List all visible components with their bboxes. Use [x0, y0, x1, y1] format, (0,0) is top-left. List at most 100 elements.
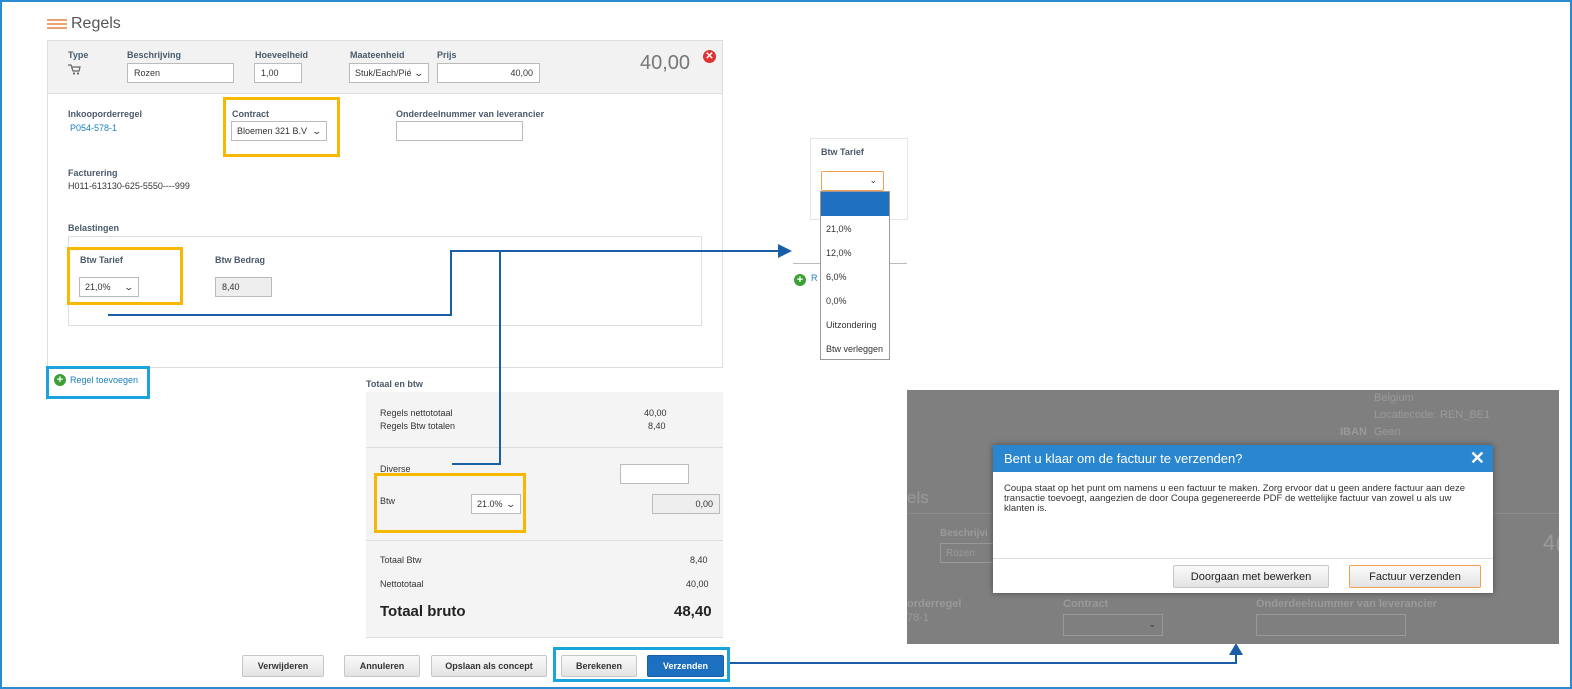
- btw-rate-value: 21.0%: [477, 499, 503, 509]
- contract-select[interactable]: Bloemen 321 B.V ⌄: [231, 121, 327, 141]
- contract-select-value: Bloemen 321 B.V: [237, 126, 308, 136]
- dropdown-option[interactable]: 6,0%: [821, 264, 889, 288]
- bg-location-label: Locatiecode:: [1374, 409, 1437, 421]
- bg-location-value: REN_BE1: [1440, 409, 1491, 421]
- tax-rate-options-list: 21,0% 12,0% 6,0% 0,0% Uitzondering Btw v…: [820, 191, 890, 360]
- continue-editing-button[interactable]: Doorgaan met bewerken: [1173, 565, 1329, 588]
- chevron-down-icon: ⌄: [413, 67, 425, 78]
- dropdown-option[interactable]: 12,0%: [821, 240, 889, 264]
- arrow-line: [730, 662, 1237, 664]
- btw-rate-select[interactable]: 21.0% ⌄: [471, 494, 521, 514]
- add-line-button[interactable]: + Regel toevoegen: [54, 374, 138, 386]
- plus-icon: +: [54, 374, 66, 386]
- dropdown-option[interactable]: Btw verleggen: [821, 336, 889, 360]
- net-lines-label: Regels nettototaal: [380, 408, 453, 418]
- chevron-down-icon: ⌄: [505, 498, 517, 509]
- arrow-line: [499, 250, 501, 465]
- tax-lines-value: 8,40: [648, 421, 666, 431]
- line-total: 40,00: [640, 52, 691, 74]
- dialog-message: Coupa staat op het punt om namens u een …: [1004, 483, 1466, 514]
- arrow-line: [1235, 654, 1237, 664]
- total-tax-label: Totaal Btw: [380, 555, 422, 565]
- add-line-label: Regel toevoegen: [70, 375, 139, 385]
- description-input[interactable]: Rozen: [127, 63, 234, 83]
- totals-divider: [366, 447, 723, 448]
- taxes-label: Belastingen: [68, 223, 120, 233]
- unit-header: Maateenheid: [350, 50, 405, 60]
- tax-amount-label: Btw Bedrag: [215, 255, 266, 265]
- cancel-button[interactable]: Annuleren: [344, 655, 420, 677]
- type-header: Type: [68, 50, 89, 60]
- plus-icon[interactable]: +: [794, 274, 806, 286]
- net-total-value: 40,00: [686, 579, 709, 589]
- dialog-excerpt: Belgium Locatiecode: REN_BE1 IBAN Geen e…: [907, 390, 1559, 644]
- bg-description-field: Rozen: [940, 543, 1000, 563]
- description-header: Beschrijving: [127, 50, 182, 60]
- dropdown-label: Btw Tarief: [821, 147, 864, 157]
- add-line-partial-label: R: [811, 273, 818, 283]
- price-header: Prijs: [437, 50, 457, 60]
- tax-amount-field: 8,40: [215, 277, 272, 297]
- dropdown-option[interactable]: Uitzondering: [821, 312, 889, 336]
- gross-total-label: Totaal bruto: [380, 603, 466, 620]
- tax-rate-select-value: 21,0%: [85, 282, 111, 292]
- dropdown-option[interactable]: 21,0%: [821, 216, 889, 240]
- arrow-line: [452, 463, 501, 465]
- save-draft-button[interactable]: Opslaan als concept: [431, 655, 547, 677]
- totals-title: Totaal en btw: [366, 379, 423, 389]
- close-icon[interactable]: ✕: [1470, 448, 1485, 469]
- billing-value: H011-613130-625-5550----999: [68, 181, 190, 191]
- misc-input[interactable]: [620, 464, 689, 484]
- quantity-header: Hoeveelheid: [255, 50, 309, 60]
- arrow-line: [450, 250, 452, 316]
- arrow-up-icon: [1229, 643, 1243, 655]
- bg-iban-value: Geen: [1374, 426, 1401, 438]
- submit-invoice-dialog: Bent u klaar om de factuur te verzenden?…: [993, 445, 1493, 593]
- total-tax-value: 8,40: [690, 555, 708, 565]
- delete-button[interactable]: Verwijderen: [242, 655, 324, 677]
- price-input[interactable]: 40,00: [437, 63, 540, 83]
- chevron-down-icon: ⌄: [869, 175, 877, 185]
- dialog-footer: Doorgaan met bewerken Factuur verzenden: [993, 558, 1493, 593]
- tax-rate-label: Btw Tarief: [80, 255, 123, 265]
- bg-iban-label: IBAN: [1340, 426, 1367, 438]
- bg-contract-label: Contract: [1063, 598, 1109, 610]
- gross-total-value: 48,40: [674, 603, 712, 620]
- bg-po-value: 78-1: [907, 612, 930, 624]
- net-lines-value: 40,00: [644, 408, 667, 418]
- bg-po-label: orderregel: [907, 598, 962, 610]
- bg-part-number-label: Onderdeelnummer van leverancier: [1256, 598, 1437, 610]
- dialog-title: Bent u klaar om de factuur te verzenden?: [1004, 451, 1243, 466]
- chevron-down-icon: ⌄: [1148, 619, 1156, 629]
- arrow-line: [108, 314, 452, 316]
- contract-label: Contract: [232, 109, 270, 119]
- totals-divider: [366, 540, 723, 541]
- quantity-input[interactable]: 1,00: [254, 63, 302, 83]
- dropdown-option[interactable]: 0,0%: [821, 288, 889, 312]
- billing-label: Facturering: [68, 168, 118, 178]
- cart-icon: [68, 64, 81, 75]
- bg-section-title: els: [907, 488, 929, 507]
- calculate-button[interactable]: Berekenen: [561, 655, 637, 677]
- part-number-label: Onderdeelnummer van leverancier: [396, 109, 545, 119]
- bg-country: Belgium: [1374, 392, 1414, 404]
- send-invoice-button[interactable]: Factuur verzenden: [1349, 565, 1481, 588]
- delete-line-icon[interactable]: ✕: [703, 50, 716, 63]
- dropdown-option-empty[interactable]: [821, 192, 889, 216]
- unit-select[interactable]: Stuk/Each/Pié ⌄: [349, 63, 429, 83]
- btw-amount-field: 0,00: [652, 494, 720, 514]
- po-line-link[interactable]: P054-578-1: [70, 123, 117, 133]
- po-line-label: Inkooporderregel: [68, 109, 143, 119]
- section-hamburger-icon: [47, 19, 67, 29]
- chevron-down-icon: ⌄: [311, 125, 323, 136]
- bg-total: 4(: [1543, 530, 1559, 555]
- tax-rate-select[interactable]: 21,0% ⌄: [79, 277, 139, 297]
- part-number-input[interactable]: [396, 121, 523, 141]
- btw-label: Btw: [380, 496, 396, 506]
- submit-button[interactable]: Verzenden: [647, 655, 724, 677]
- net-total-label: Nettototaal: [380, 579, 424, 589]
- dialog-header: Bent u klaar om de factuur te verzenden?…: [993, 445, 1493, 472]
- tax-rate-dropdown[interactable]: ⌄: [821, 171, 884, 191]
- arrow-right-icon: [778, 244, 792, 258]
- bg-description-label: Beschrijvi: [940, 528, 988, 539]
